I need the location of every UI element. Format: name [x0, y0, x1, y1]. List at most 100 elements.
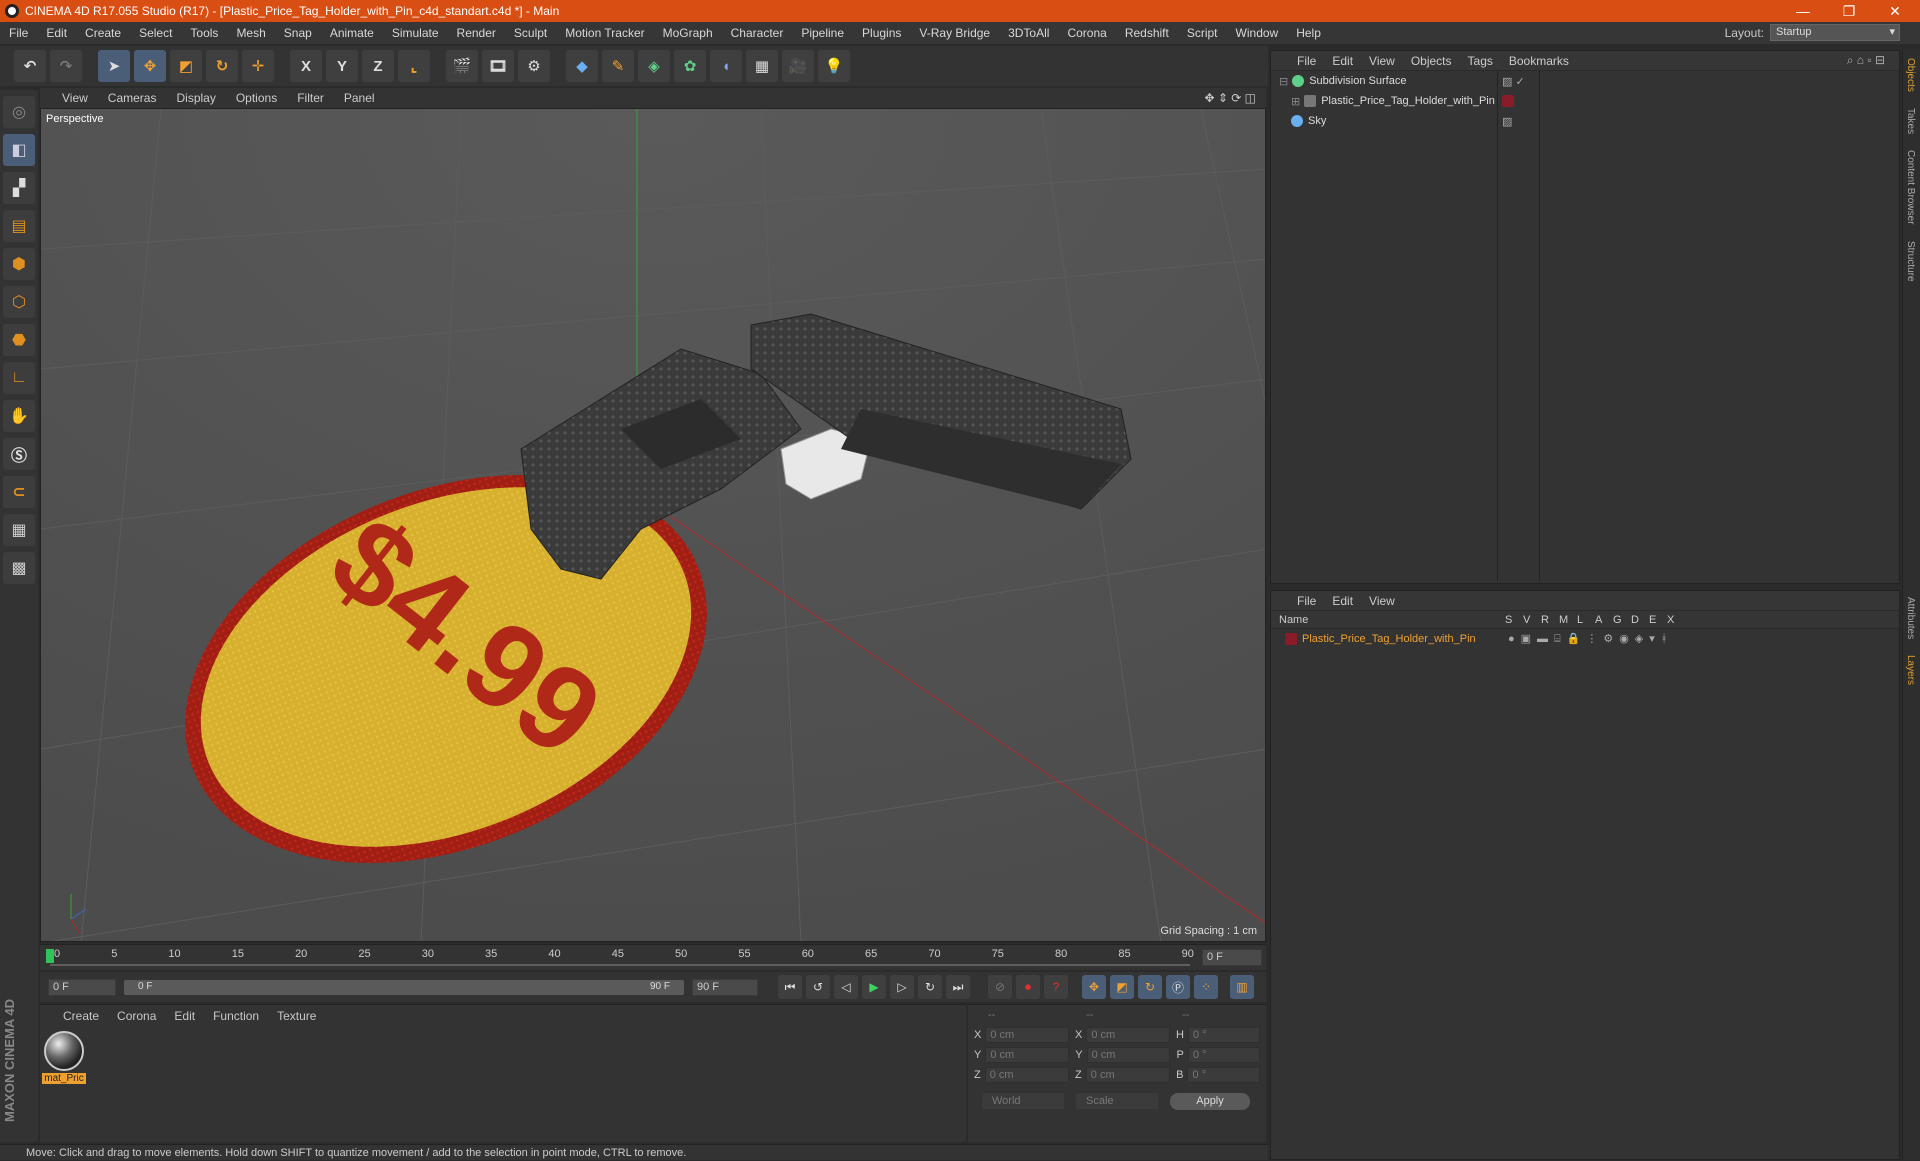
key-pla-icon[interactable]: ⁘ — [1194, 975, 1218, 999]
key-parameter-icon[interactable]: Ⓟ — [1166, 975, 1190, 999]
size-y-field[interactable]: 0 cm — [1086, 1047, 1171, 1063]
rotation-p-field[interactable]: 0 ° — [1187, 1047, 1261, 1063]
rotation-b-field[interactable]: 0 ° — [1187, 1067, 1260, 1083]
timeline-ruler[interactable]: 0 5 10 15 20 25 30 35 40 45 50 55 60 65 … — [40, 944, 1266, 970]
key-scale-icon[interactable]: ◩ — [1110, 975, 1134, 999]
menu-plugins[interactable]: Plugins — [853, 26, 910, 40]
layer-flag-toggles[interactable]: ●▣▬⌸🔒⋮⚙◉◈▾ᚼ — [1508, 632, 1673, 646]
menu-create[interactable]: Create — [76, 26, 130, 40]
frame-range-slider[interactable]: 0 F 90 F — [124, 979, 684, 995]
next-key-icon[interactable]: ↻ — [918, 975, 942, 999]
menu-motion-tracker[interactable]: Motion Tracker — [556, 26, 653, 40]
previous-key-icon[interactable]: ↺ — [806, 975, 830, 999]
rotation-h-field[interactable]: 0 ° — [1187, 1027, 1260, 1043]
floor-environment-icon[interactable]: ▦ — [746, 50, 778, 82]
perspective-viewport[interactable]: $4.99 Perspective Grid Spacing : 1 cm — [40, 108, 1266, 942]
render-picture-viewer-icon[interactable]: 🎞 — [482, 50, 514, 82]
z-axis-lock-button[interactable]: Z — [362, 50, 394, 82]
layer-color-swatch[interactable] — [1285, 633, 1297, 645]
transform-tool-icon[interactable]: ✛ — [242, 50, 274, 82]
menu-file[interactable]: File — [0, 26, 37, 40]
menu-corona[interactable]: Corona — [1058, 26, 1115, 40]
minimize-button[interactable]: — — [1780, 0, 1826, 22]
position-y-field[interactable]: 0 cm — [985, 1047, 1070, 1063]
visibility-toggle[interactable]: ▨ ✓ — [1502, 75, 1525, 88]
menu-tools[interactable]: Tools — [181, 26, 227, 40]
object-row-subdivision[interactable]: ⊟ Subdivision Surface ▨ ✓ — [1271, 71, 1899, 91]
go-to-end-icon[interactable]: ⏭ — [946, 975, 970, 999]
solo-mode-icon[interactable]: Ⓢ — [3, 438, 35, 470]
material-menu-create[interactable]: Create — [54, 1009, 108, 1023]
object-row-sky[interactable]: Sky ▨ — [1271, 111, 1899, 131]
layout-dropdown[interactable]: Startup ▾ — [1770, 24, 1900, 41]
expand-icon[interactable]: ⊞ — [1291, 95, 1300, 108]
lm-menu-view[interactable]: View — [1361, 594, 1403, 608]
key-position-icon[interactable]: ✥ — [1082, 975, 1106, 999]
viewport-nav-icons[interactable]: ✥ ⇕ ⟳ ◫ — [1204, 91, 1256, 105]
select-arrow-icon[interactable]: ➤ — [98, 50, 130, 82]
material-menu-texture[interactable]: Texture — [268, 1009, 325, 1023]
tab-objects[interactable]: Objects — [1903, 50, 1918, 100]
menu-3dtoall[interactable]: 3DToAll — [999, 26, 1058, 40]
menu-mograph[interactable]: MoGraph — [654, 26, 722, 40]
tab-content-browser[interactable]: Content Browser — [1903, 142, 1918, 232]
layer-color-swatch[interactable] — [1502, 95, 1514, 107]
y-axis-lock-button[interactable]: Y — [326, 50, 358, 82]
om-menu-tags[interactable]: Tags — [1460, 54, 1501, 68]
layer-row[interactable]: Plastic_Price_Tag_Holder_with_Pin ●▣▬⌸🔒⋮… — [1271, 629, 1899, 649]
menu-snap[interactable]: Snap — [275, 26, 321, 40]
lm-menu-edit[interactable]: Edit — [1324, 594, 1361, 608]
rotate-tool-icon[interactable]: ↻ — [206, 50, 238, 82]
om-menu-objects[interactable]: Objects — [1403, 54, 1460, 68]
menu-character[interactable]: Character — [722, 26, 793, 40]
move-tool-icon[interactable]: ✥ — [134, 50, 166, 82]
material-menu-function[interactable]: Function — [204, 1009, 268, 1023]
viewport-menu-cameras[interactable]: Cameras — [98, 91, 167, 105]
menu-vray-bridge[interactable]: V-Ray Bridge — [910, 26, 999, 40]
edges-mode-icon[interactable]: ⬡ — [3, 286, 35, 318]
pen-spline-icon[interactable]: ✎ — [602, 50, 634, 82]
current-frame-field[interactable]: 0 F — [1202, 949, 1262, 966]
viewport-menu-filter[interactable]: Filter — [287, 91, 334, 105]
menu-simulate[interactable]: Simulate — [383, 26, 448, 40]
previous-frame-icon[interactable]: ◁ — [834, 975, 858, 999]
polygons-mode-icon[interactable]: ⬣ — [3, 324, 35, 356]
viewport-menu-options[interactable]: Options — [226, 91, 287, 105]
menu-render[interactable]: Render — [448, 26, 505, 40]
snap-magnet-icon[interactable]: ⊂ — [3, 476, 35, 508]
menu-help[interactable]: Help — [1287, 26, 1330, 40]
search-icon[interactable]: ⌕ ⌂ ▫ ⊟ — [1839, 53, 1893, 68]
keyframe-selection-icon[interactable]: ⊘ — [988, 975, 1012, 999]
scale-tool-icon[interactable]: ◩ — [170, 50, 202, 82]
size-z-field[interactable]: 0 cm — [1085, 1067, 1171, 1083]
autokey-icon[interactable]: ? — [1044, 975, 1068, 999]
lm-menu-file[interactable]: File — [1289, 594, 1324, 608]
workplane-lock-icon[interactable]: ▦ — [3, 514, 35, 546]
menu-mesh[interactable]: Mesh — [227, 26, 274, 40]
render-view-icon[interactable]: 🎬 — [446, 50, 478, 82]
menu-redshift[interactable]: Redshift — [1116, 26, 1178, 40]
camera-icon[interactable]: 🎥 — [782, 50, 814, 82]
material-swatch[interactable]: mat_Pric — [42, 1031, 86, 1084]
close-button[interactable]: ✕ — [1872, 0, 1918, 22]
play-icon[interactable]: ▶ — [862, 975, 886, 999]
redo-icon[interactable]: ↷ — [50, 50, 82, 82]
x-axis-lock-button[interactable]: X — [290, 50, 322, 82]
menu-window[interactable]: Window — [1227, 26, 1288, 40]
record-keyframe-icon[interactable]: ⏺ — [1016, 975, 1040, 999]
menu-edit[interactable]: Edit — [37, 26, 76, 40]
texture-mode-icon[interactable]: ▞ — [3, 172, 35, 204]
material-menu-edit[interactable]: Edit — [165, 1009, 204, 1023]
workplane-rotate-icon[interactable]: ▩ — [3, 552, 35, 584]
apply-button[interactable]: Apply — [1170, 1092, 1250, 1110]
object-row-price-tag-holder[interactable]: ⊞ Plastic_Price_Tag_Holder_with_Pin — [1271, 91, 1899, 111]
om-menu-view[interactable]: View — [1361, 54, 1403, 68]
collapse-icon[interactable]: ⊟ — [1279, 75, 1288, 88]
workplane-mode-icon[interactable]: ▤ — [3, 210, 35, 242]
coordinate-system-icon[interactable]: ⌞ — [398, 50, 430, 82]
maximize-button[interactable]: ❐ — [1826, 0, 1872, 22]
go-to-start-icon[interactable]: ⏮ — [778, 975, 802, 999]
playhead-marker[interactable] — [46, 949, 54, 963]
material-menu-corona[interactable]: Corona — [108, 1009, 165, 1023]
deformer-icon[interactable]: ◖ — [710, 50, 742, 82]
